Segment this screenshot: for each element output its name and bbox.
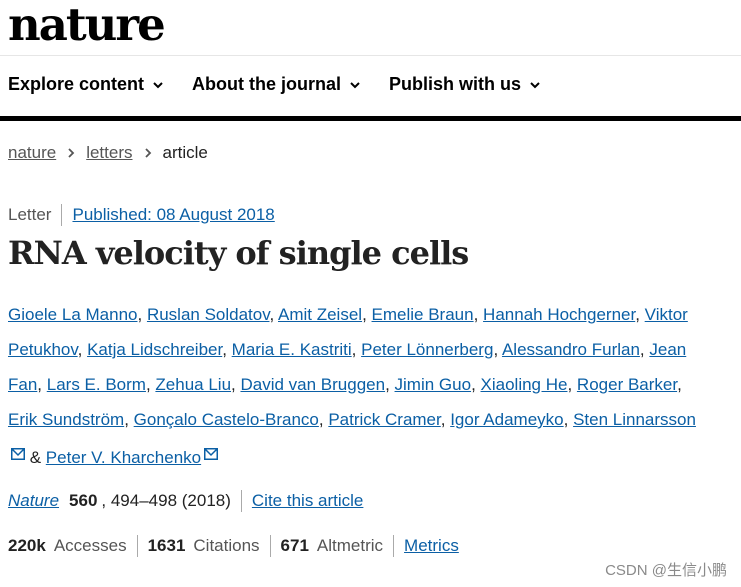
breadcrumb-nature[interactable]: nature bbox=[8, 143, 56, 163]
article-title: RNA velocity of single cells bbox=[8, 234, 469, 272]
chevron-right-icon bbox=[68, 148, 75, 158]
author-link[interactable]: Ruslan Soldatov bbox=[147, 305, 270, 324]
author-link[interactable]: David van Bruggen bbox=[240, 375, 385, 394]
author-link[interactable]: Jimin Guo bbox=[395, 375, 472, 394]
altmetric-value: 671 bbox=[280, 536, 309, 555]
author-link[interactable]: Igor Adameyko bbox=[450, 410, 563, 429]
accesses-label: Accesses bbox=[53, 536, 127, 555]
author-link[interactable]: Lars E. Borm bbox=[47, 375, 146, 394]
author-separator: , bbox=[440, 410, 451, 429]
chevron-down-icon bbox=[350, 81, 360, 88]
article-meta: Letter Published: 08 August 2018 bbox=[8, 204, 275, 226]
author-link[interactable]: Gioele La Manno bbox=[8, 305, 137, 324]
author-link[interactable]: Patrick Cramer bbox=[328, 410, 440, 429]
nav-explore-content-label: Explore content bbox=[8, 74, 145, 94]
author-link[interactable]: Maria E. Kastriti bbox=[232, 340, 352, 359]
metrics-bar: 220k Accesses 1631 Citations 671 Altmetr… bbox=[8, 535, 459, 557]
citations-value: 1631 bbox=[147, 536, 186, 555]
breadcrumb-letters[interactable]: letters bbox=[86, 143, 132, 163]
author-separator: , bbox=[471, 375, 481, 394]
meta-divider bbox=[61, 204, 63, 226]
metrics-divider bbox=[269, 535, 271, 557]
author-separator: , bbox=[473, 305, 484, 324]
journal-link[interactable]: Nature bbox=[8, 491, 59, 511]
author-link[interactable]: Alessandro Furlan bbox=[502, 340, 640, 359]
author-separator: , bbox=[137, 305, 147, 324]
author-separator: , bbox=[493, 340, 502, 359]
published-date-link[interactable]: Published: 08 August 2018 bbox=[72, 205, 274, 225]
accesses-value: 220k bbox=[8, 536, 46, 555]
author-and: & bbox=[25, 448, 46, 467]
nav-divider bbox=[0, 116, 741, 121]
author-list: Gioele La Manno, Ruslan Soldatov, Amit Z… bbox=[8, 297, 708, 475]
metrics-divider bbox=[393, 535, 395, 557]
volume: 560 bbox=[69, 491, 98, 510]
author-link[interactable]: Katja Lidschreiber bbox=[87, 340, 222, 359]
author-separator: , bbox=[385, 375, 395, 394]
author-link[interactable]: Emelie Braun bbox=[372, 305, 474, 324]
pages-year: , 494–498 (2018) bbox=[101, 491, 231, 510]
altmetric-label: Altmetric bbox=[316, 536, 384, 555]
author-separator: , bbox=[677, 375, 682, 394]
author-link[interactable]: Gonçalo Castelo-Branco bbox=[134, 410, 319, 429]
author-link[interactable]: Roger Barker bbox=[577, 375, 677, 394]
nav-explore-content[interactable]: Explore content bbox=[8, 74, 164, 95]
email-icon[interactable] bbox=[11, 437, 25, 460]
chevron-right-icon bbox=[144, 148, 151, 158]
author-separator: , bbox=[145, 375, 156, 394]
cite-this-article-link[interactable]: Cite this article bbox=[252, 491, 363, 511]
author-separator: , bbox=[635, 305, 645, 324]
author-link[interactable]: Peter Lönnerberg bbox=[361, 340, 493, 359]
author-link[interactable]: Erik Sundström bbox=[8, 410, 124, 429]
article-type: Letter bbox=[8, 205, 52, 224]
watermark: CSDN @生信小鹏 bbox=[605, 562, 727, 579]
nav-publish-with-us-label: Publish with us bbox=[389, 74, 522, 94]
author-separator: , bbox=[639, 340, 650, 359]
chevron-down-icon bbox=[153, 81, 163, 88]
author-link[interactable]: Hannah Hochgerner bbox=[483, 305, 635, 324]
nature-logo[interactable]: nature bbox=[8, 0, 166, 50]
author-separator: , bbox=[222, 340, 232, 359]
author-link[interactable]: Peter V. Kharchenko bbox=[46, 448, 201, 467]
author-separator: , bbox=[77, 340, 88, 359]
author-separator: , bbox=[124, 410, 134, 429]
author-link[interactable]: Zehua Liu bbox=[155, 375, 231, 394]
breadcrumb-current: article bbox=[162, 143, 208, 162]
author-separator: , bbox=[318, 410, 329, 429]
citation-line: Nature 560 , 494–498 (2018) Cite this ar… bbox=[8, 490, 363, 512]
metrics-link[interactable]: Metrics bbox=[404, 536, 459, 556]
author-separator: , bbox=[37, 375, 47, 394]
author-separator: , bbox=[567, 375, 577, 394]
author-link[interactable]: Amit Zeisel bbox=[278, 305, 362, 324]
citations-label: Citations bbox=[193, 536, 260, 555]
chevron-down-icon bbox=[530, 81, 540, 88]
author-link[interactable]: Xiaoling He bbox=[481, 375, 568, 394]
author-separator: , bbox=[351, 340, 362, 359]
author-separator: , bbox=[563, 410, 574, 429]
author-separator: , bbox=[269, 305, 278, 324]
header-divider bbox=[0, 55, 741, 56]
metrics-divider bbox=[136, 535, 138, 557]
breadcrumb: nature letters article bbox=[8, 143, 208, 163]
email-icon[interactable] bbox=[204, 437, 219, 460]
nav-about-journal[interactable]: About the journal bbox=[192, 74, 361, 95]
nav-publish-with-us[interactable]: Publish with us bbox=[389, 74, 541, 95]
citation-divider bbox=[240, 490, 242, 512]
author-link[interactable]: Sten Linnarsson bbox=[573, 410, 696, 429]
main-nav: Explore content About the journal Publis… bbox=[8, 74, 541, 95]
nav-about-journal-label: About the journal bbox=[192, 74, 342, 94]
author-separator: , bbox=[362, 305, 372, 324]
